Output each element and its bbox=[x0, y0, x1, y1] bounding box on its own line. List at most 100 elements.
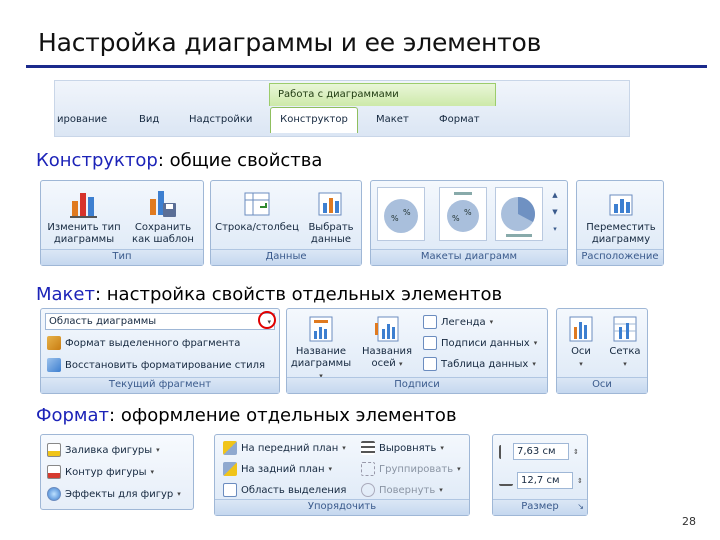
pie-layout-icon: %% bbox=[384, 199, 418, 233]
tab-review-partial[interactable]: ирование bbox=[57, 109, 107, 131]
reset-style-label: Восстановить форматирование стиля bbox=[65, 359, 265, 371]
group-labels: Название диаграммы ▾ Названия осей ▾ Лег… bbox=[286, 308, 548, 394]
format-selection-button[interactable]: Формат выделенного фрагмента bbox=[47, 336, 240, 350]
move-chart-label-2: диаграмму bbox=[591, 234, 651, 245]
tab-layout[interactable]: Макет bbox=[376, 109, 409, 131]
group-data-caption: Данные bbox=[211, 249, 361, 265]
selection-pane-button[interactable]: Область выделения bbox=[223, 483, 346, 497]
spinner-icon[interactable]: ⇕ bbox=[577, 477, 583, 485]
group-shape-styles: Заливка фигуры ▾ Контур фигуры ▾ Эффекты д… bbox=[40, 434, 194, 510]
legend-icon bbox=[423, 315, 437, 329]
width-value: 12,7 см bbox=[521, 475, 560, 486]
save-template-label-2: как шаблон bbox=[132, 234, 194, 245]
move-chart-button[interactable]: Переместить диаграмму bbox=[579, 187, 663, 246]
save-template-label-1: Сохранить bbox=[134, 222, 192, 233]
rotate-label: Повернуть bbox=[379, 484, 436, 496]
group-type: Изменить тип диаграммы Сохранить как шаб… bbox=[40, 180, 204, 266]
group-size: 7,63 см ⇕ 12,7 см ⇕ Размер ↘ bbox=[492, 434, 588, 516]
change-chart-type-button[interactable]: Изменить тип диаграммы bbox=[45, 187, 123, 246]
chevron-down-icon: ▾ bbox=[156, 446, 160, 454]
shape-effects-label: Эффекты для фигур bbox=[65, 488, 174, 500]
height-field-row: 7,63 см ⇕ bbox=[499, 443, 579, 460]
tab-designer[interactable]: Конструктор bbox=[270, 107, 358, 133]
layout-heading-text: : настройка свойств отдельных элементов bbox=[95, 284, 503, 305]
save-template-icon bbox=[150, 191, 176, 217]
axis-titles-label-2: осей bbox=[371, 358, 396, 369]
switch-row-column-icon bbox=[244, 192, 270, 216]
svg-text:%: % bbox=[464, 208, 472, 217]
data-labels-icon bbox=[423, 336, 437, 350]
chevron-down-icon: ▾ bbox=[177, 490, 181, 498]
chevron-down-icon: ▾ bbox=[342, 444, 346, 452]
chart-layout-thumb-2[interactable]: %% bbox=[439, 187, 487, 241]
height-input[interactable]: 7,63 см bbox=[513, 443, 569, 460]
rotate-button[interactable]: Повернуть ▾ bbox=[361, 483, 443, 497]
send-back-icon bbox=[223, 462, 237, 476]
shape-fill-label: Заливка фигуры bbox=[65, 444, 153, 456]
chart-title-button[interactable]: Название диаграммы ▾ bbox=[289, 313, 353, 382]
send-to-back-button[interactable]: На задний план ▾ bbox=[223, 462, 332, 476]
group-arrange-caption: Упорядочить bbox=[215, 499, 469, 515]
shape-effects-button[interactable]: Эффекты для фигур ▾ bbox=[47, 487, 181, 501]
switch-row-column-button[interactable]: Строка/столбец bbox=[215, 187, 299, 234]
reset-style-button[interactable]: Восстановить форматирование стиля bbox=[47, 358, 265, 372]
layouts-scroll-arrows[interactable]: ▲ ▼ ▾ bbox=[549, 187, 561, 239]
tab-addins[interactable]: Надстройки bbox=[189, 109, 252, 131]
axes-label: Оси bbox=[571, 346, 591, 357]
designer-heading-text: : общие свойства bbox=[157, 150, 323, 171]
selection-pane-label: Область выделения bbox=[241, 484, 347, 496]
legend-button[interactable]: Легенда ▾ bbox=[423, 315, 493, 329]
align-label: Выровнять bbox=[379, 442, 437, 454]
select-data-button[interactable]: Выбрать данные bbox=[303, 187, 359, 246]
group-arrange: На передний план ▾ На задний план ▾ Област… bbox=[214, 434, 470, 516]
data-table-label: Таблица данных bbox=[441, 358, 529, 370]
move-chart-icon bbox=[609, 194, 633, 216]
save-as-template-button[interactable]: Сохранить как шаблон bbox=[125, 187, 201, 246]
rotate-icon bbox=[361, 483, 375, 497]
height-value: 7,63 см bbox=[517, 446, 556, 457]
pencil-icon bbox=[47, 465, 61, 479]
data-table-button[interactable]: Таблица данных ▾ bbox=[423, 357, 536, 371]
chevron-down-icon: ▾ bbox=[623, 360, 627, 368]
row-col-label: Строка/столбец bbox=[215, 222, 299, 233]
group-chart-layouts-caption: Макеты диаграмм bbox=[371, 249, 567, 265]
bring-to-front-button[interactable]: На передний план ▾ bbox=[223, 441, 346, 455]
shape-fill-button[interactable]: Заливка фигуры ▾ bbox=[47, 443, 160, 457]
page-title: Настройка диаграммы и ее элементов bbox=[38, 28, 542, 57]
width-field-row: 12,7 см ⇕ bbox=[499, 472, 583, 489]
width-input[interactable]: 12,7 см bbox=[517, 472, 573, 489]
format-heading: Формат: оформление отдельных элементов bbox=[36, 405, 457, 426]
select-data-icon bbox=[318, 192, 342, 216]
group-button[interactable]: Группировать ▾ bbox=[361, 462, 461, 476]
title-divider bbox=[26, 65, 707, 68]
align-icon bbox=[361, 441, 375, 455]
chart-title-icon bbox=[309, 316, 333, 342]
spinner-icon[interactable]: ⇕ bbox=[573, 448, 579, 456]
designer-heading: Конструктор: общие свойства bbox=[36, 150, 322, 171]
tab-row: ирование Вид Надстройки Конструктор Маке… bbox=[55, 107, 629, 133]
tab-view[interactable]: Вид bbox=[139, 109, 159, 131]
format-heading-accent: Формат bbox=[36, 405, 110, 426]
dialog-launcher-icon[interactable]: ↘ bbox=[577, 500, 584, 514]
data-labels-button[interactable]: Подписи данных ▾ bbox=[423, 336, 537, 350]
tab-format[interactable]: Формат bbox=[439, 109, 480, 131]
axis-titles-button[interactable]: Названия осей ▾ bbox=[357, 313, 417, 370]
designer-heading-accent: Конструктор bbox=[36, 150, 158, 171]
ribbon-tab-strip: Работа с диаграммами ирование Вид Надстр… bbox=[54, 80, 630, 137]
align-button[interactable]: Выровнять ▾ bbox=[361, 441, 444, 455]
highlight-circle bbox=[258, 311, 276, 329]
chevron-down-icon: ▾ bbox=[579, 360, 583, 368]
data-labels-label: Подписи данных bbox=[441, 337, 530, 349]
group-type-caption: Тип bbox=[41, 249, 203, 265]
group-axes: Оси ▾ Сетка ▾ Оси bbox=[556, 308, 648, 394]
pie-layout-icon: %% bbox=[447, 192, 479, 232]
chart-layout-thumb-1[interactable]: %% bbox=[377, 187, 425, 241]
chevron-down-icon: ▾ bbox=[532, 360, 536, 368]
axes-button[interactable]: Оси ▾ bbox=[559, 313, 603, 370]
shape-outline-button[interactable]: Контур фигуры ▾ bbox=[47, 465, 154, 479]
gridlines-button[interactable]: Сетка ▾ bbox=[603, 313, 647, 370]
format-selection-label: Формат выделенного фрагмента bbox=[65, 337, 241, 349]
gridlines-icon bbox=[613, 316, 637, 342]
chart-layout-thumb-3[interactable] bbox=[495, 187, 543, 241]
chart-elements-combo[interactable]: Область диаграммы ▾ bbox=[45, 313, 275, 330]
